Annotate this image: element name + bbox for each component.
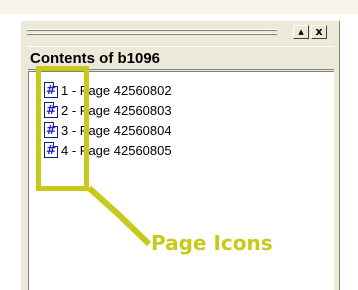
top-strip-inner: [0, 0, 358, 14]
panel-grip[interactable]: [27, 27, 277, 37]
screenshot-stage: ▴ x Contents of b1096 # 1 - Page 4256080…: [0, 0, 358, 290]
contents-title: Contents of b1096: [30, 50, 161, 67]
close-button[interactable]: x: [311, 25, 327, 39]
grip-line: [27, 34, 277, 35]
top-strip: [0, 0, 358, 20]
callout-label: Page Icons: [151, 231, 273, 255]
restore-button[interactable]: ▴: [293, 25, 309, 39]
grip-line: [27, 30, 277, 31]
callout-highlight-box: [36, 66, 89, 191]
